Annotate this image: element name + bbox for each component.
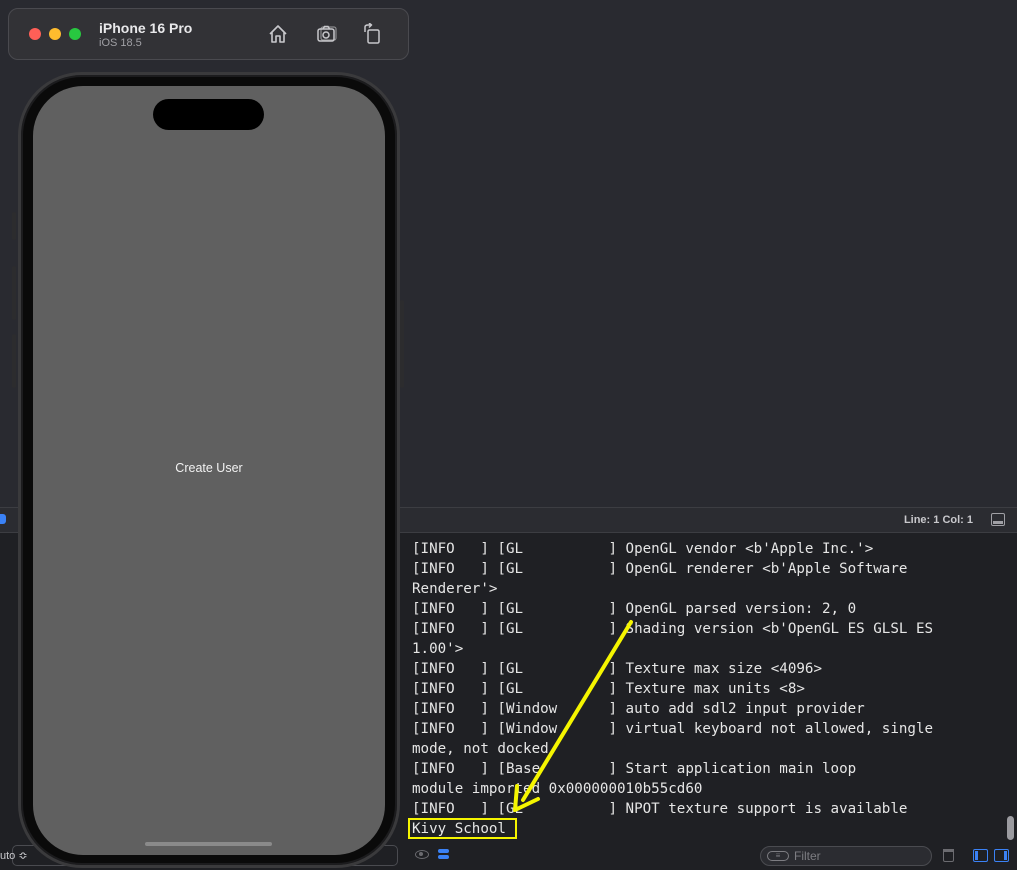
console-line: [INFO ] [GL ] OpenGL renderer <b'Apple S… — [412, 561, 908, 577]
console-line: mode, not docked — [412, 741, 549, 757]
console-line: module imported 0x000000010b55cd60 — [412, 781, 703, 797]
console-line: [INFO ] [Base ] Start application main l… — [412, 761, 857, 777]
console-log: [INFO ] [GL ] OpenGL vendor <b'Apple Inc… — [412, 539, 992, 839]
highlight-box — [408, 818, 517, 839]
console-line: [INFO ] [GL ] Texture max size <4096> — [412, 661, 822, 677]
console-line: [INFO ] [GL ] OpenGL vendor <b'Apple Inc… — [412, 541, 874, 557]
home-icon[interactable] — [267, 23, 289, 45]
console-line: [INFO ] [GL ] OpenGL parsed version: 2, … — [412, 601, 857, 617]
close-window-button[interactable] — [29, 28, 41, 40]
os-version: iOS 18.5 — [99, 37, 142, 49]
home-indicator[interactable] — [145, 842, 272, 846]
console-line: [INFO ] [GL ] NPOT texture support is av… — [412, 801, 908, 817]
dynamic-island — [153, 99, 264, 130]
phone-screen[interactable]: Create User — [33, 86, 385, 855]
zoom-window-button[interactable] — [69, 28, 81, 40]
volume-up-button[interactable] — [12, 266, 16, 320]
console-line: [INFO ] [Window ] auto add sdl2 input pr… — [412, 701, 865, 717]
console-line: [INFO ] [Window ] virtual keyboard not a… — [412, 721, 934, 737]
console-line: [INFO ] [GL ] Texture max units <8> — [412, 681, 805, 697]
minimize-window-button[interactable] — [49, 28, 61, 40]
screenshot-icon[interactable] — [316, 23, 338, 45]
console-scrollbar[interactable] — [1007, 816, 1014, 840]
console-line: Renderer'> — [412, 581, 498, 597]
console-filter[interactable]: ≡ — [760, 846, 932, 866]
create-user-button[interactable]: Create User — [33, 461, 385, 475]
filter-toggle-icon[interactable] — [438, 849, 449, 861]
hide-debug-area-icon[interactable] — [991, 513, 1005, 526]
debug-bar: Line: 1 Col: 1 — [405, 507, 1017, 533]
simulator-toolbar: iPhone 16 Pro iOS 18.5 — [8, 8, 409, 60]
variables-scope-selector[interactable]: uto ≎ — [0, 849, 28, 862]
trash-icon[interactable] — [943, 849, 954, 862]
device-name: iPhone 16 Pro — [99, 20, 193, 36]
filter-icon[interactable]: ≡ — [767, 851, 789, 861]
filter-input[interactable] — [794, 849, 924, 863]
cursor-position: Line: 1 Col: 1 — [903, 514, 973, 526]
eye-icon[interactable] — [415, 850, 429, 859]
console-line: [INFO ] [GL ] Shading version <b'OpenGL … — [412, 621, 934, 637]
rotate-icon[interactable] — [362, 23, 384, 45]
volume-down-button[interactable] — [12, 334, 16, 388]
action-button[interactable] — [12, 212, 16, 240]
show-console-view-icon[interactable] — [994, 849, 1009, 862]
console-line: 1.00'> — [412, 641, 464, 657]
show-variables-view-icon[interactable] — [973, 849, 988, 862]
breakpoint-indicator — [0, 514, 6, 524]
console-footer: ≡ — [405, 843, 1017, 870]
power-button[interactable] — [400, 300, 404, 388]
console-output[interactable]: [INFO ] [GL ] OpenGL vendor <b'Apple Inc… — [405, 533, 1017, 843]
